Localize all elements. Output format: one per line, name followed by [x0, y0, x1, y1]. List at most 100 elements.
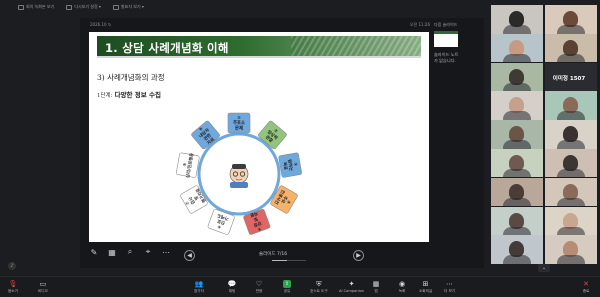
replay-settings-button[interactable]: 다시보기 설정 ▾ [62, 3, 105, 11]
participant-tile[interactable] [491, 206, 543, 236]
end-label: 종료 [582, 289, 590, 293]
share-label: 공유 [283, 289, 291, 293]
next-slide-thumbnail[interactable] [434, 31, 458, 47]
heart-icon: ♡ [255, 280, 263, 288]
slide-counter: 슬라이드 7/16 [259, 252, 288, 257]
participant-tile[interactable] [545, 91, 597, 120]
participant-body [557, 255, 585, 264]
slide-navigation: ◀ 슬라이드 7/16 ▶ [184, 248, 364, 262]
magnifier-icon[interactable]: ⌕ [125, 247, 135, 257]
video-button[interactable]: ▭ 비디오 [38, 280, 48, 294]
participant-tile[interactable] [491, 91, 543, 120]
participant-tile[interactable] [491, 148, 543, 178]
next-slide-label: 다음 슬라이드 [434, 22, 458, 27]
participant-name: 이미정 1507 [552, 75, 586, 82]
participant-body [557, 168, 585, 178]
participant-tile[interactable] [491, 235, 543, 264]
heart-button[interactable]: ♡ 반응 [255, 280, 263, 294]
participants-icon: 👥 [194, 280, 204, 288]
participant-tile[interactable]: 이미정 1507 [545, 62, 597, 92]
chevron-left-icon[interactable]: ◀ [184, 249, 195, 261]
slide-counter-wrap: 슬라이드 7/16 [199, 248, 349, 262]
sparkle-label: AI Companion [339, 289, 365, 293]
laser-icon[interactable]: ⌖ [143, 247, 153, 257]
more-icon[interactable]: ⋯ [161, 247, 171, 257]
participant-tile[interactable] [491, 5, 543, 34]
grid-icon[interactable]: ▦ [107, 247, 117, 257]
step-title: 다양한 정보 수집 [114, 91, 161, 99]
audio-level-icon: ♪ [8, 262, 16, 270]
participants-button[interactable]: 👥 참가자 [194, 280, 204, 294]
participant-tile[interactable] [545, 148, 597, 178]
view-recording-button[interactable]: 회의 녹화본 보기 [14, 3, 58, 11]
chat-button[interactable]: 💬 채팅 [227, 280, 237, 294]
pen-icon[interactable]: ✎ [89, 247, 99, 257]
participant-tile[interactable] [545, 177, 597, 207]
rooms-icon: ⊞ [422, 280, 429, 288]
participant-tile[interactable] [545, 33, 597, 63]
meeting-window: 회의 녹화본 보기 다시보기 설정 ▾ 발표자 보기 ▾ 2026.10 ↻ 오… [0, 0, 600, 297]
participant-body [503, 168, 531, 178]
slide-subtitle: 3) 사례개념화의 과정 [97, 73, 165, 82]
diagram-node-4: ④주요인생사건 [270, 185, 298, 214]
view-recording-label: 회의 녹화본 보기 [26, 4, 55, 9]
mic-label: 음소거 [8, 289, 18, 293]
presenter-view-label: 발표자 보기 ▾ [120, 4, 144, 9]
window-icon [112, 4, 119, 10]
participant-tile[interactable] [491, 177, 543, 207]
participant-tile[interactable] [491, 33, 543, 63]
end-icon: ✕ [583, 280, 589, 288]
clock-text: 오전 11:26 [409, 22, 430, 27]
participant-body [503, 255, 531, 264]
slide-title-bar: 1. 상담 사례개념화 이해 [97, 36, 421, 58]
video-icon: ▭ [39, 280, 47, 288]
chat-icon: 💬 [227, 280, 237, 288]
mic-button[interactable]: 🎙 음소거 [8, 280, 18, 294]
participant-tile[interactable] [545, 5, 597, 34]
share-button[interactable]: ⇧ 공유 [283, 280, 291, 294]
rooms-button[interactable]: ⊞ 소회의실 [419, 280, 432, 294]
presenter-view-button[interactable]: 발표자 보기 ▾ [109, 3, 148, 11]
participant-tile[interactable] [545, 235, 597, 264]
share-icon: ⇧ [283, 280, 291, 288]
diagram-node-3: ③원하는목표 [278, 152, 302, 178]
next-slide-panel: 다음 슬라이드 슬라이드 노트가 없습니다. [428, 22, 482, 102]
end-button[interactable]: ✕ 종료 [582, 280, 590, 294]
status-line: 2026.10 ↻ 오전 11:26 [90, 22, 430, 30]
participant-tile[interactable] [545, 120, 597, 149]
participant-tile[interactable] [491, 62, 543, 92]
presenter-view: 2026.10 ↻ 오전 11:26 1. 상담 사례개념화 이해 3) 사례개… [80, 18, 484, 268]
participant-tile[interactable] [491, 120, 543, 149]
slide-tools: ✎ ▦ ⌕ ⌖ ⋯ [89, 246, 171, 258]
center-avatar [229, 164, 249, 188]
replay-settings-label: 다시보기 설정 ▾ [74, 4, 101, 9]
more-button[interactable]: ⋯ 더 보기 [444, 280, 455, 294]
participant-body [503, 82, 531, 92]
current-slide: 1. 상담 사례개념화 이해 3) 사례개념화의 과정 1단계: 다양한 정보 … [89, 32, 429, 242]
meeting-toolbar: 🎙 음소거 ▭ 비디오 👥 참가자 💬 채팅 ♡ 반응 ⇧ 공유 ⛨ 호스트 도구 ✦ AI Companio… [0, 276, 600, 297]
slide-progress-fill [272, 260, 287, 261]
more-label: 더 보기 [444, 289, 456, 293]
apps-icon: ▦ [372, 280, 380, 288]
apps-label: 앱 [374, 289, 378, 293]
rooms-label: 소회의실 [419, 289, 433, 293]
participant-body [503, 197, 531, 207]
participant-body [503, 53, 531, 63]
step-label: 1단계: [97, 93, 113, 99]
sparkle-button[interactable]: ✦ AI Companion [339, 280, 364, 293]
chevron-down-icon[interactable]: ⌄ [538, 264, 550, 272]
participants-label: 참가자 [194, 289, 204, 293]
shield-button[interactable]: ⛨ 호스트 도구 [310, 280, 328, 294]
apps-button[interactable]: ▦ 앱 [372, 280, 380, 294]
chevron-right-icon[interactable]: ▶ [353, 249, 364, 261]
participant-tile[interactable] [545, 206, 597, 236]
diagram-node-1: ①주호소문제 [227, 112, 251, 134]
diagram-node-2: ②임상적관찰 [258, 120, 287, 150]
slide-step: 1단계: 다양한 정보 수집 [97, 89, 161, 99]
record-button[interactable]: ◉ 녹화 [398, 280, 406, 294]
info-collection-diagram: ① 주호소 문제 ② 임상적 관찰 ③ 원하는 목표 ④ 주요 인생사건 ⑤ 강점 및 자원 ⑥ 진로 가계도 ⑦ 검사… [159, 104, 319, 240]
video-label: 비디오 [38, 289, 48, 293]
participant-body [503, 25, 531, 34]
heart-label: 반응 [255, 289, 263, 293]
chat-label: 채팅 [228, 289, 236, 293]
